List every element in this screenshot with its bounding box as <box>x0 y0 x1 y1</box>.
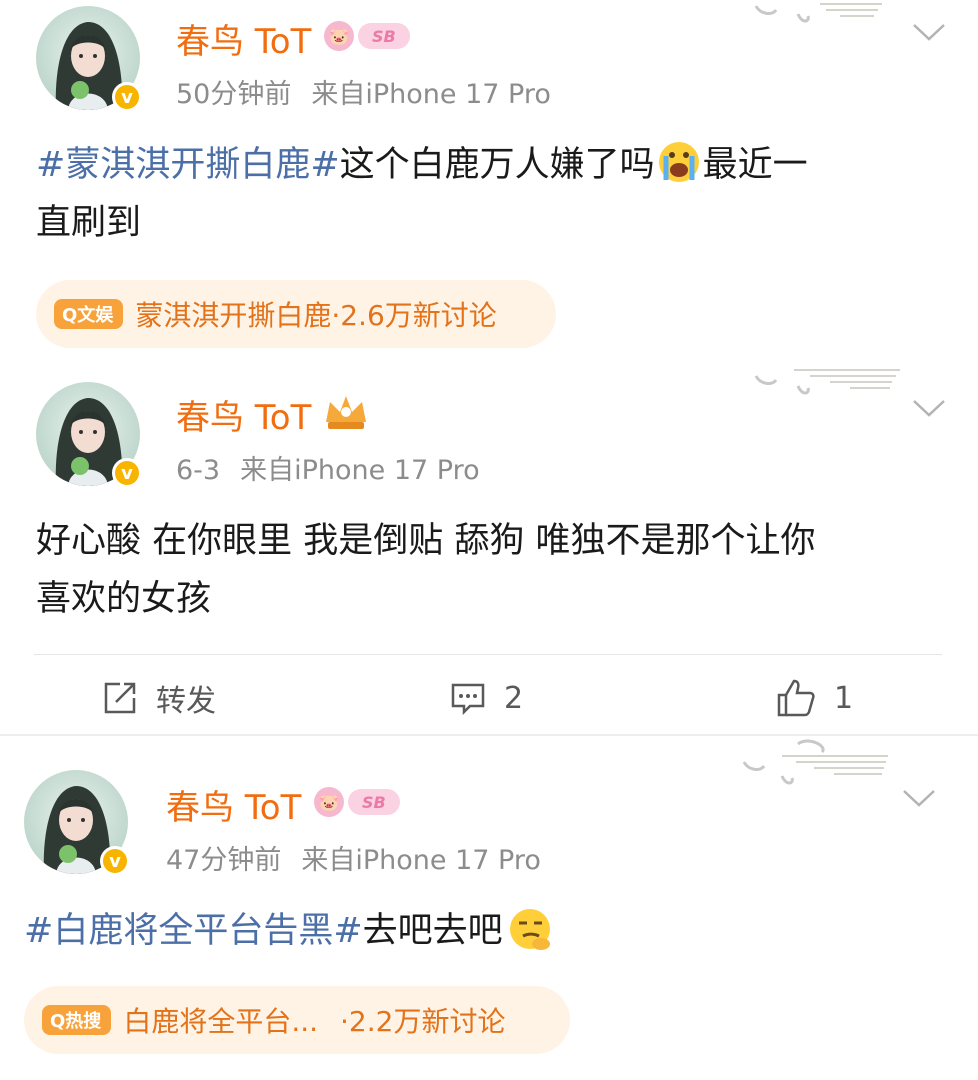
verified-icon: v <box>100 846 130 876</box>
action-bar: 转发 2 1 <box>0 658 978 738</box>
topic-count: ·2.2万新讨论 <box>340 1005 506 1038</box>
avatar[interactable]: v <box>36 6 142 112</box>
post-time: 47分钟前 <box>166 845 282 876</box>
level-badge: 🐷 SB <box>324 18 410 54</box>
hashtag-link[interactable]: #白鹿将全平台告黑# <box>24 911 363 951</box>
thumbs-up-icon <box>777 679 815 717</box>
topic-category-badge: Q文娱 <box>54 299 124 329</box>
topic-count: ·2.6万新讨论 <box>331 299 497 332</box>
hashtag-link[interactable]: #蒙淇淇开撕白鹿# <box>36 145 340 185</box>
post-3: v 春鸟 ToT 🐷 SB 47分钟前 来自iPhone 17 Pro #白鹿将全… <box>0 736 978 1080</box>
like-button[interactable]: 1 <box>776 658 853 738</box>
username[interactable]: 春鸟 ToT <box>166 780 301 829</box>
crown-icon <box>326 396 366 429</box>
post-1: v 春鸟 ToT 🐷 SB 50分钟前 来自iPhone 17 Pro #蒙淇淇开… <box>0 0 978 360</box>
avatar[interactable]: v <box>24 770 130 876</box>
post-time: 6-3 <box>176 455 221 486</box>
chevron-down-icon[interactable] <box>912 22 946 42</box>
repost-icon <box>104 682 136 714</box>
chevron-down-icon[interactable] <box>912 398 946 418</box>
crying-face-emoji <box>657 140 701 184</box>
post-time: 50分钟前 <box>176 79 292 110</box>
post-2: v 春鸟 ToT 6-3 来自iPhone 17 Pro 好心酸 在你眼里 我是倒… <box>0 360 978 734</box>
smirk-face-emoji <box>507 906 553 952</box>
topic-card[interactable]: Q热搜 白鹿将全平台... ·2.2万新讨论 <box>24 986 570 1054</box>
decoration-icon <box>754 369 900 395</box>
comment-icon <box>451 683 485 716</box>
like-count: 1 <box>834 680 854 716</box>
level-badge: 🐷 SB <box>314 784 400 820</box>
pig-icon: 🐷 <box>314 787 344 817</box>
username[interactable]: 春鸟 ToT <box>176 390 311 439</box>
topic-title: 白鹿将全平台... <box>123 1005 319 1038</box>
topic-title: 蒙淇淇开撕白鹿 <box>135 299 332 332</box>
avatar[interactable]: v <box>36 382 142 488</box>
post-content: #白鹿将全平台告黑#去吧去吧 <box>24 902 934 960</box>
verified-icon: v <box>112 458 142 488</box>
post-source: 来自iPhone 17 Pro <box>311 79 551 110</box>
repost-label: 转发 <box>156 684 216 719</box>
post-meta: 47分钟前 来自iPhone 17 Pro <box>166 838 541 877</box>
repost-button[interactable]: 转发 <box>102 658 216 738</box>
chevron-down-icon[interactable] <box>902 788 936 808</box>
decoration-icon <box>754 3 882 23</box>
pig-icon: 🐷 <box>324 21 354 51</box>
divider <box>34 654 942 655</box>
comment-count: 2 <box>504 680 524 716</box>
verified-icon: v <box>112 82 142 112</box>
post-content: #蒙淇淇开撕白鹿#这个白鹿万人嫌了吗 最近一 直刷到 <box>36 136 936 252</box>
decoration-icon <box>742 739 888 785</box>
post-meta: 50分钟前 来自iPhone 17 Pro <box>176 72 551 111</box>
topic-card[interactable]: Q文娱 蒙淇淇开撕白鹿 ·2.6万新讨论 <box>36 280 556 348</box>
username[interactable]: 春鸟 ToT <box>176 14 311 63</box>
post-meta: 6-3 来自iPhone 17 Pro <box>176 448 480 487</box>
topic-category-badge: Q热搜 <box>42 1005 112 1035</box>
post-source: 来自iPhone 17 Pro <box>240 455 480 486</box>
comment-button[interactable]: 2 <box>450 658 523 738</box>
post-content: 好心酸 在你眼里 我是倒贴 舔狗 唯独不是那个让你 喜欢的女孩 <box>36 521 816 619</box>
post-source: 来自iPhone 17 Pro <box>301 845 541 876</box>
